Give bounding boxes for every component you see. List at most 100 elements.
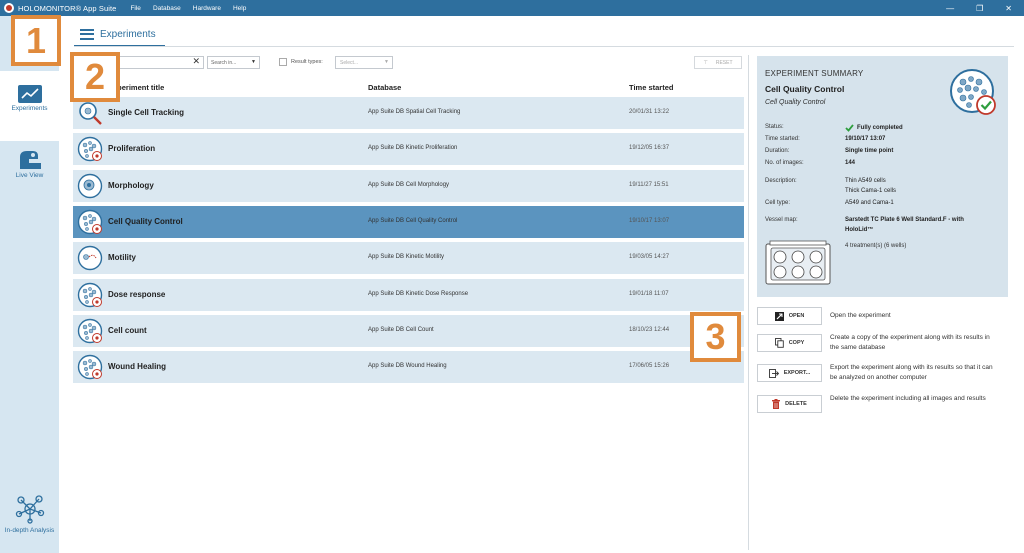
delete-label: DELETE — [785, 401, 807, 407]
nav-live-view[interactable]: Live View — [0, 144, 59, 179]
open-button[interactable]: OPEN — [757, 307, 822, 325]
restore-icon[interactable]: ❐ — [976, 4, 983, 13]
menu-file[interactable]: File — [130, 5, 140, 12]
images-value: 144 — [845, 160, 856, 166]
row-time-started: 19/10/17 13:07 — [629, 218, 670, 224]
copy-icon — [774, 338, 784, 348]
table-row[interactable]: Cell Quality Control App Suite DB Cell Qu… — [73, 206, 744, 238]
row-time-started: 20/01/31 13:22 — [629, 109, 670, 115]
copy-button[interactable]: COPY — [757, 334, 822, 352]
row-database: App Suite DB Spatial Cell Tracking — [368, 109, 461, 115]
menu-database[interactable]: Database — [153, 5, 181, 12]
delete-description: Delete the experiment including all imag… — [830, 395, 986, 402]
time-started-value: 19/10/17 13:07 — [845, 136, 886, 142]
table-row[interactable]: Morphology App Suite DB Cell Morphology 19… — [73, 170, 744, 202]
vessel-map-label: Vessel map: — [765, 217, 798, 223]
dose-response-icon — [77, 282, 103, 308]
export-label: EXPORT... — [783, 370, 811, 376]
description-label: Description: — [765, 178, 797, 184]
copy-description: Create a copy of the experiment along wi… — [830, 334, 990, 351]
result-types-checkbox[interactable] — [279, 58, 287, 66]
clear-search-icon[interactable]: ✕ — [192, 56, 200, 67]
table-row[interactable]: Wound Healing App Suite DB Wound Healing 1… — [73, 351, 744, 383]
menu-help[interactable]: Help — [233, 5, 246, 12]
row-time-started: 19/11/27 15:51 — [629, 182, 669, 188]
export-button[interactable]: EXPORT... — [757, 364, 822, 382]
table-row[interactable]: Cell count App Suite DB Cell Count 18/10/2… — [73, 315, 744, 347]
row-title: Motility — [108, 253, 136, 262]
network-analysis-icon — [15, 495, 44, 524]
status-value: Fully completed — [857, 125, 903, 131]
close-icon[interactable]: ✕ — [1005, 4, 1012, 13]
quality-control-icon — [77, 209, 103, 235]
row-database: App Suite DB Wound Healing — [368, 363, 447, 369]
table-row[interactable]: Proliferation App Suite DB Kinetic Prolif… — [73, 133, 744, 165]
holomonitor-logo-icon — [2, 1, 16, 15]
images-label: No. of images: — [765, 160, 804, 166]
row-title: Cell count — [108, 326, 147, 335]
copy-label: COPY — [788, 340, 805, 346]
row-title: Cell Quality Control — [108, 217, 183, 226]
magnifier-cell-icon — [79, 102, 102, 125]
wound-healing-icon — [77, 354, 103, 380]
app-window: HOLOMONITOR® App Suite File Database Har… — [0, 0, 1024, 553]
status-value-group: Fully completed — [845, 124, 903, 132]
delete-button[interactable]: DELETE — [757, 395, 822, 413]
well-plate-icon — [765, 240, 831, 285]
page-header: Experiments — [74, 22, 156, 46]
open-description: Open the experiment — [830, 312, 891, 319]
header-divider — [74, 46, 1014, 47]
row-title: Proliferation — [108, 144, 156, 153]
nav-live-view-label: Live View — [15, 172, 44, 179]
hamburger-menu-icon[interactable] — [80, 28, 94, 40]
summary-subtitle: Cell Quality Control — [765, 99, 826, 106]
callout-1: 1 — [11, 15, 61, 66]
row-title: Wound Healing — [108, 362, 167, 371]
checkmark-icon — [845, 124, 854, 132]
row-title: Single Cell Tracking — [108, 108, 185, 117]
result-types-label: Result types: — [291, 59, 323, 65]
left-navigation: Experiments Live View In-depth Analysis — [0, 16, 59, 553]
motility-icon — [77, 245, 103, 271]
panel-divider — [748, 55, 749, 550]
row-title: Morphology — [108, 181, 154, 190]
row-database: App Suite DB Cell Quality Control — [368, 218, 458, 224]
app-title: HOLOMONITOR® App Suite — [18, 3, 117, 13]
nav-experiments-label: Experiments — [11, 105, 48, 112]
result-types-dropdown[interactable]: Select... ▼ — [335, 56, 393, 69]
search-in-label: Search in... — [211, 60, 237, 66]
nav-in-depth-analysis[interactable]: In-depth Analysis — [0, 494, 59, 553]
time-started-label: Time started: — [765, 136, 800, 142]
result-types-filter: Result types: — [279, 58, 323, 66]
table-row[interactable]: Motility App Suite DB Kinetic Motility 19/… — [73, 242, 744, 274]
open-label: OPEN — [788, 313, 805, 319]
column-header-database[interactable]: Database — [368, 83, 401, 92]
row-database: App Suite DB Kinetic Motility — [368, 254, 445, 260]
search-in-dropdown[interactable]: Search in... ▼ — [207, 56, 260, 69]
result-types-placeholder: Select... — [340, 60, 359, 66]
nav-experiments[interactable]: Experiments — [0, 71, 59, 141]
callout-3: 3 — [690, 312, 741, 362]
description-line-1: Thin A549 cells — [845, 178, 886, 184]
page-title: Experiments — [100, 28, 156, 40]
row-database: App Suite DB Kinetic Proliferation — [368, 145, 458, 151]
reset-filter-icon: ⊤ — [703, 59, 708, 66]
status-label: Status: — [765, 124, 784, 130]
trash-icon — [772, 399, 781, 409]
table-row[interactable]: Single Cell Tracking App Suite DB Spatial… — [73, 97, 744, 129]
chart-icon — [17, 85, 42, 103]
reset-button[interactable]: ⊤ RESET — [694, 56, 742, 69]
row-database: App Suite DB Cell Count — [368, 327, 434, 333]
column-header-time[interactable]: Time started — [629, 83, 673, 92]
description-line-2: Thick Cama-1 cells — [845, 188, 897, 194]
search-input[interactable]: ✕ — [118, 56, 204, 69]
cell-type-value: A549 and Cama-1 — [845, 200, 894, 206]
experiment-summary-panel: EXPERIMENT SUMMARY Cell Quality Control … — [757, 56, 1008, 297]
row-time-started: 18/10/23 12:44 — [629, 327, 670, 333]
minimize-icon[interactable]: — — [946, 4, 954, 13]
duration-label: Duration: — [765, 148, 790, 154]
vessel-map-line-1: Sarstedt TC Plate 6 Well Standard.F - wi… — [845, 217, 964, 223]
row-time-started: 19/12/05 16:37 — [629, 145, 670, 151]
table-row[interactable]: Dose response App Suite DB Kinetic Dose R… — [73, 279, 744, 311]
menu-hardware[interactable]: Hardware — [193, 5, 221, 12]
